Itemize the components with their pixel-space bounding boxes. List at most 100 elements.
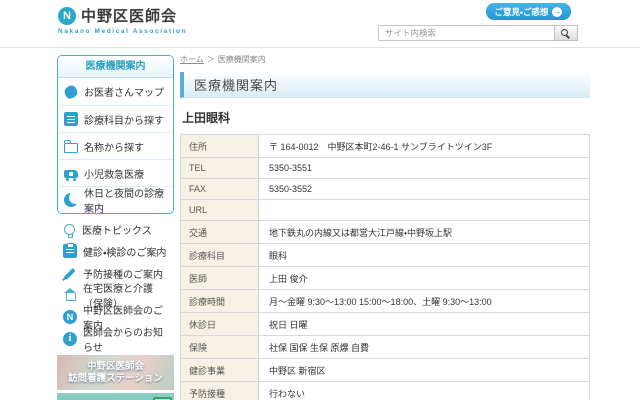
sidebar-primary-list: お医者さんマップ 診療科目から探す 名称から探す 小児救急医療: [58, 78, 173, 213]
table-row: 医師 上田 俊介: [181, 267, 589, 290]
page: N 中野区医師会 Nakano Medical Association ご意見・…: [0, 0, 640, 400]
ambulance-icon: [64, 170, 78, 178]
sidebar-item[interactable]: 名称から探す: [58, 132, 173, 159]
sidebar-item-label: 医療トピックス: [82, 222, 152, 237]
sidebar-item-label: 医師会からのお知らせ: [83, 324, 168, 354]
table-row: 診療科目 眼科: [181, 244, 589, 267]
site-subtitle: Nakano Medical Association: [58, 28, 187, 35]
ncircle-icon: [63, 310, 77, 324]
table-row-label: 交通: [181, 221, 259, 243]
table-row: 診療時間 月～金曜 9:30～13:00 15:00～18:00、土曜 9:30…: [181, 290, 589, 313]
sidebar-secondary-list: 医療トピックス 健診・検診のご案内 予防接種のご案内 在宅医療と介護（保険）: [57, 218, 174, 350]
main-content: ホーム＞医療機関案内 医療機関案内 上田眼科 住所 〒 164-0012 中野区…: [180, 54, 590, 400]
table-row-value: 〒 164-0012 中野区本町2-46-1 サンブライトツイン3F: [259, 135, 589, 157]
table-row-value-text: 5350-3551: [269, 163, 312, 173]
table-row-value: 月～金曜 9:30～13:00 15:00～18:00、土曜 9:30～13:0…: [259, 290, 589, 312]
table-row-value: 行わない: [259, 382, 589, 400]
site-header: N 中野区医師会 Nakano Medical Association ご意見・…: [0, 0, 640, 48]
table-row: 健診事業 中野区 新宿区: [181, 359, 589, 382]
table-row-value-text: 祝日 日曜: [269, 320, 308, 330]
moon-icon: [64, 193, 78, 207]
breadcrumb-separator: ＞: [207, 55, 215, 64]
search-icon: [561, 29, 568, 36]
breadcrumb-home-link[interactable]: ホーム: [180, 55, 204, 64]
table-row-label: 診療科目: [181, 244, 259, 266]
health-room-banner[interactable]: 「まちの保健室」 各種測定＆健康相談: [57, 393, 174, 400]
sidebar-header: 医療機関案内: [58, 56, 173, 78]
sidebar-item-label: 健診・検診のご案内: [83, 244, 166, 259]
table-row-value-text: 行わない: [269, 389, 305, 399]
banner-line: 訪問看護ステーション: [68, 373, 163, 385]
search-button[interactable]: [554, 25, 578, 41]
syringe-icon: [63, 266, 77, 280]
table-row-value-text: 月～金曜 9:30～13:00 15:00～18:00、土曜 9:30～13:0…: [269, 297, 492, 307]
table-row-value-text: 中野区 新宿区: [269, 366, 326, 376]
breadcrumb-current: 医療機関案内: [218, 55, 266, 64]
table-row-label: 予防接種: [181, 382, 259, 400]
sidebar-item[interactable]: 休日と夜間の診療案内: [58, 186, 173, 213]
table-row-label: 住所: [181, 135, 259, 157]
visiting-nurse-banner[interactable]: 中野区医師会 訪問看護ステーション: [57, 355, 174, 390]
page-title: 医療機関案内: [180, 72, 590, 98]
table-row-value: 地下鉄丸の内線又は都営大江戸線・中野坂上駅: [259, 221, 589, 243]
table-row-value: 5350-3552: [259, 179, 589, 199]
map-icon: [64, 84, 79, 99]
info-icon: [63, 332, 77, 346]
sidebar-item[interactable]: 医師会からのお知らせ: [57, 328, 174, 350]
table-row-value-text: 〒 164-0012 中野区本町2-46-1 サンブライトツイン3F: [269, 142, 492, 152]
clinic-name-heading: 上田眼科: [182, 109, 590, 126]
sidebar-item-label: 予防接種のご案内: [83, 266, 163, 281]
table-row: 交通 地下鉄丸の内線又は都営大江戸線・中野坂上駅: [181, 221, 589, 244]
bulb-icon: [64, 224, 75, 235]
table-row-label: 健診事業: [181, 359, 259, 381]
table-row-value-text: 5350-3552: [269, 184, 312, 194]
sidebar-item-label: 診療科目から探す: [84, 112, 164, 127]
sidebar-item[interactable]: 健診・検診のご案内: [57, 240, 174, 262]
feedback-button[interactable]: ご意見・ご感想 →: [486, 3, 571, 20]
table-row: 住所 〒 164-0012 中野区本町2-46-1 サンブライトツイン3F: [181, 135, 589, 158]
site-logo[interactable]: N 中野区医師会 Nakano Medical Association: [58, 5, 187, 35]
table-row-label: 保険: [181, 336, 259, 358]
table-row-value: 5350-3551: [259, 158, 589, 178]
table-row-value: 社保 国保 生保 原爆 自費: [259, 336, 589, 358]
logo-n-icon: N: [58, 7, 76, 25]
table-row: TEL 5350-3551: [181, 158, 589, 179]
table-row-label: FAX: [181, 179, 259, 199]
sidebar-item[interactable]: 医療トピックス: [57, 218, 174, 240]
table-row: URL: [181, 200, 589, 221]
banner-line: 中野区医師会: [87, 361, 144, 373]
feedback-button-label: ご意見・ご感想: [495, 6, 549, 18]
table-row-label: URL: [181, 200, 259, 220]
table-row-value: 祝日 日曜: [259, 313, 589, 335]
site-title: 中野区医師会: [81, 5, 177, 26]
sidebar-item-label: 小児救急医療: [84, 166, 144, 181]
table-row-value: 中野区 新宿区: [259, 359, 589, 381]
table-row: 予防接種 行わない: [181, 382, 589, 400]
table-row: 保険 社保 国保 生保 原爆 自費: [181, 336, 589, 359]
sidebar-item[interactable]: 診療科目から探す: [58, 105, 173, 132]
sidebar-item-label: お医者さんマップ: [84, 84, 164, 99]
clipboard-icon: [63, 244, 77, 258]
table-row-label: TEL: [181, 158, 259, 178]
clinic-info-table: 住所 〒 164-0012 中野区本町2-46-1 サンブライトツイン3F TE…: [180, 134, 590, 400]
table-row-value-text: 地下鉄丸の内線又は都営大江戸線・中野坂上駅: [269, 228, 452, 238]
note-icon: [64, 112, 78, 126]
table-row: 休診日 祝日 日曜: [181, 313, 589, 336]
folder-icon: [64, 143, 78, 153]
breadcrumb: ホーム＞医療機関案内: [180, 54, 590, 65]
table-row-value: 上田 俊介: [259, 267, 589, 289]
search-input[interactable]: [378, 25, 554, 41]
sidebar-item[interactable]: お医者さんマップ: [58, 78, 173, 105]
table-row-value: 眼科: [259, 244, 589, 266]
table-row-value: [259, 200, 589, 220]
arrow-right-icon: →: [552, 7, 562, 17]
table-row-value-text: 社保 国保 生保 原爆 自費: [269, 343, 369, 353]
table-row: FAX 5350-3552: [181, 179, 589, 200]
sidebar-primary-box: 医療機関案内 お医者さんマップ 診療科目から探す 名称から: [57, 55, 174, 214]
table-row-label: 休診日: [181, 313, 259, 335]
table-row-label: 診療時間: [181, 290, 259, 312]
table-row-value-text: 上田 俊介: [269, 274, 308, 284]
sidebar-item-label: 休日と夜間の診療案内: [84, 185, 167, 214]
sidebar-item[interactable]: 小児救急医療: [58, 159, 173, 186]
table-row-label: 医師: [181, 267, 259, 289]
